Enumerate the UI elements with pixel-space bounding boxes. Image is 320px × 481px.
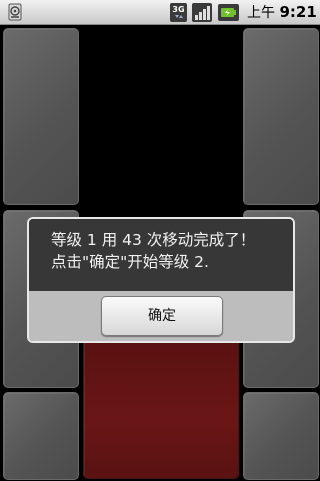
board-tile[interactable] [243,392,319,480]
target-block[interactable] [83,330,239,479]
screen: 3G 上午 9:21 等级 1 用 43 次移动完成了！ 点击"确定"开始等级 … [0,0,320,481]
ok-button[interactable]: 确定 [101,296,223,336]
dialog-message: 等级 1 用 43 次移动完成了！ 点击"确定"开始等级 2. [29,219,293,291]
status-bar: 3G 上午 9:21 [0,0,320,25]
dialog-message-line-1: 等级 1 用 43 次移动完成了！ [51,231,256,249]
clock-time: 9:21 [279,3,317,21]
signal-icon [192,3,212,22]
sd-card-icon [8,3,22,21]
battery-charging-icon [218,4,239,21]
level-complete-dialog: 等级 1 用 43 次移动完成了！ 点击"确定"开始等级 2. 确定 [27,217,295,343]
clock: 上午 9:21 [247,4,317,22]
network-type-label: 3G [172,5,184,14]
board-tile[interactable] [3,28,79,205]
clock-period: 上午 [247,5,275,21]
dialog-message-line-2: 点击"确定"开始等级 2. [51,253,209,271]
3g-icon: 3G [170,3,187,22]
board-tile[interactable] [243,28,319,205]
dialog-button-bar: 确定 [29,291,293,341]
board-tile[interactable] [3,392,79,480]
